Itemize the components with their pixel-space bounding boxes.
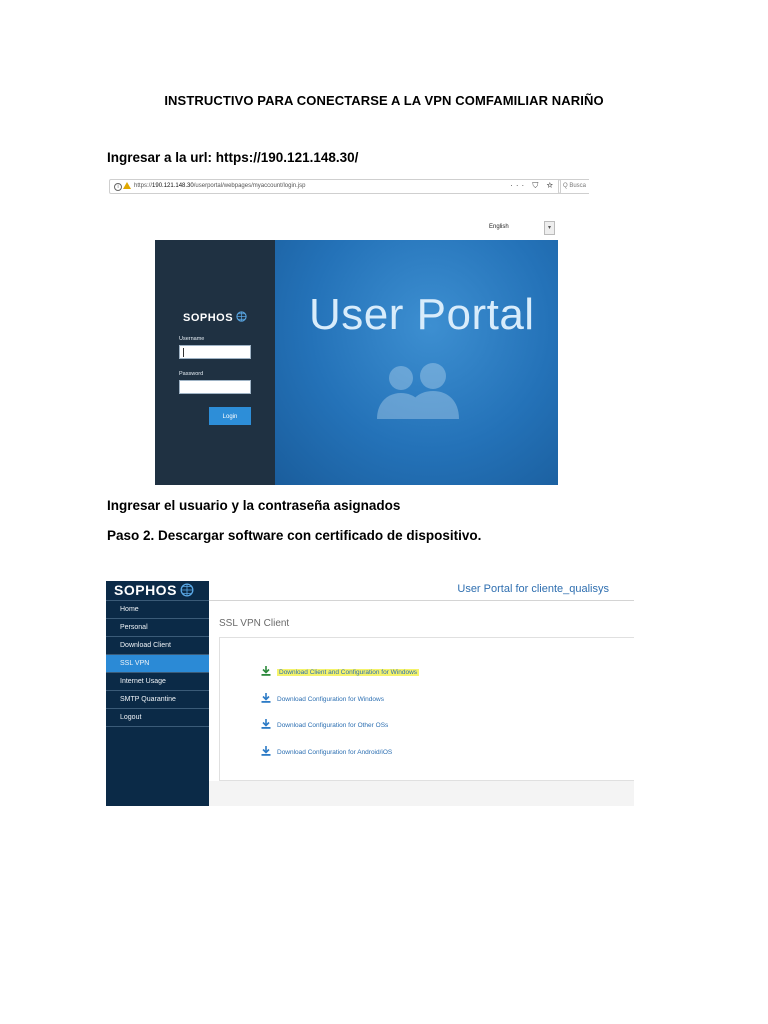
warning-icon (123, 182, 131, 189)
sophos-logo: SOPHOS (114, 582, 194, 600)
sidebar-item-internet-usage[interactable]: Internet Usage (106, 673, 209, 691)
sidebar-item-home[interactable]: Home (106, 601, 209, 619)
users-icon (377, 363, 459, 419)
globe-icon (236, 311, 247, 325)
hero-title: User Portal (309, 290, 535, 339)
sidebar-item-personal[interactable]: Personal (106, 619, 209, 637)
download-icon (261, 693, 271, 705)
download-config-windows-link[interactable]: Download Configuration for Windows (261, 693, 384, 703)
portal-hero: User Portal (275, 240, 558, 485)
password-input[interactable] (179, 380, 251, 394)
browser-search-input[interactable]: Q Busca (558, 179, 589, 194)
document-title: INSTRUCTIVO PARA CONECTARSE A LA VPN COM… (164, 93, 604, 108)
info-icon[interactable]: i (114, 183, 122, 191)
login-panel: SOPHOS Username Password Login (155, 240, 275, 485)
download-panel (219, 637, 634, 781)
toolbar-icons[interactable]: ··· ⛉ ☆ (510, 181, 556, 191)
username-label: Username (179, 336, 205, 342)
login-button[interactable]: Login (209, 407, 251, 425)
step-credentials-instruction: Ingresar el usuario y la contraseña asig… (107, 498, 401, 513)
download-icon (261, 719, 271, 731)
language-select[interactable]: English ▾ (485, 221, 555, 235)
download-client-config-windows-link[interactable]: Download Client and Configuration for Wi… (261, 666, 420, 678)
user-portal-screenshot: SOPHOS Home Personal Download Client SSL… (106, 581, 634, 806)
download-icon (261, 666, 271, 678)
password-label: Password (179, 371, 204, 377)
download-config-other-os-link[interactable]: Download Configuration for Other OSs (261, 719, 388, 729)
username-input[interactable] (179, 345, 251, 359)
sophos-logo: SOPHOS (183, 311, 247, 325)
login-screenshot: i https://190.121.148.30/userportal/webp… (107, 176, 589, 485)
language-value: English (489, 224, 509, 230)
chevron-down-icon[interactable]: ▾ (544, 221, 555, 235)
step-url-instruction: Ingresar a la url: https://190.121.148.3… (107, 150, 359, 165)
section-title: SSL VPN Client (219, 618, 290, 629)
main-content: User Portal for cliente_qualisys SSL VPN… (209, 581, 634, 806)
download-config-android-ios-link[interactable]: Download Configuration for Android/iOS (261, 746, 392, 756)
sidebar: SOPHOS Home Personal Download Client SSL… (106, 581, 209, 806)
portal-header: User Portal for cliente_qualisys (457, 583, 609, 595)
sidebar-item-logout[interactable]: Logout (106, 709, 209, 727)
sidebar-item-smtp-quarantine[interactable]: SMTP Quarantine (106, 691, 209, 709)
step-download-instruction: Paso 2. Descargar software con certifica… (107, 528, 482, 543)
sidebar-item-download-client[interactable]: Download Client (106, 637, 209, 655)
address-bar[interactable]: i https://190.121.148.30/userportal/webp… (109, 179, 561, 194)
globe-icon (180, 583, 194, 600)
sidebar-item-ssl-vpn[interactable]: SSL VPN (106, 655, 209, 673)
download-icon (261, 746, 271, 758)
url-text: https://190.121.148.30/userportal/webpag… (134, 183, 306, 189)
